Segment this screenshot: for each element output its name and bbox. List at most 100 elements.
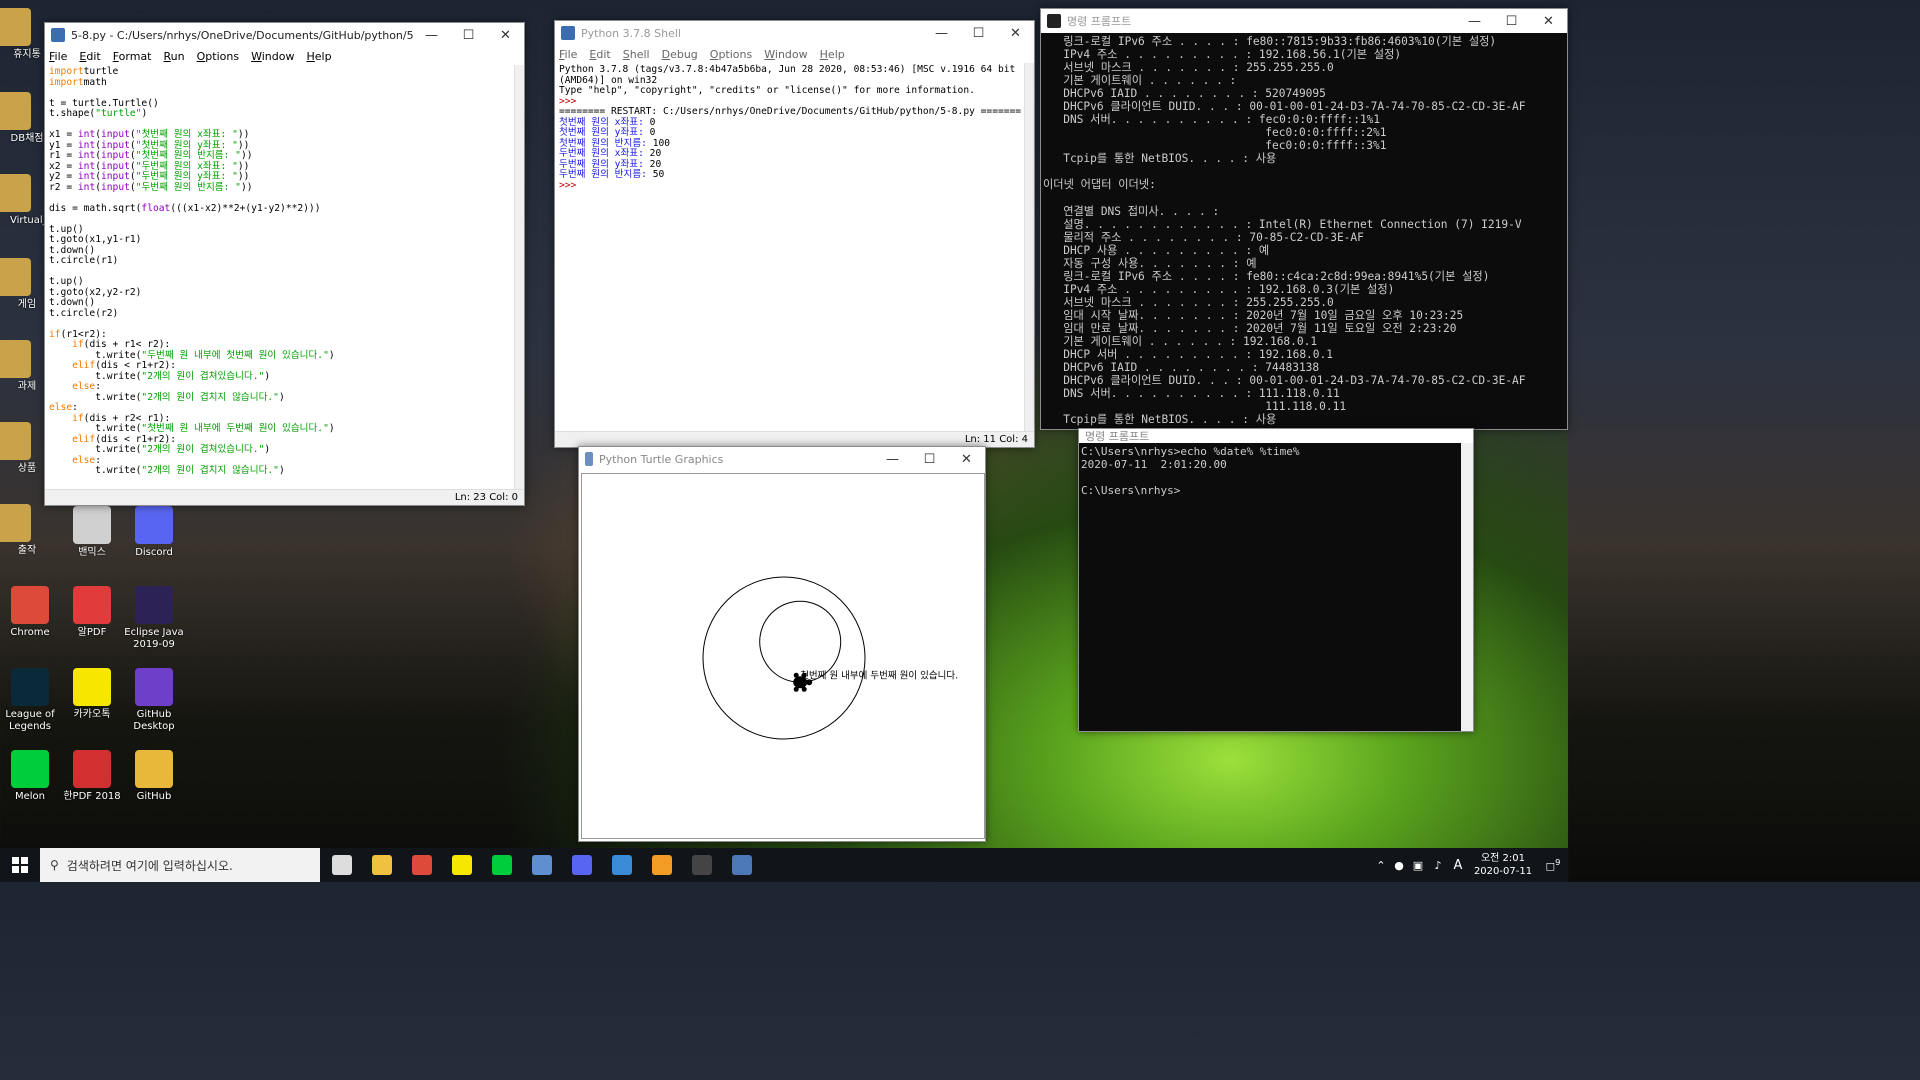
code-token: elif (72, 360, 96, 371)
editor-code-area[interactable]: importturtle importmath t = turtle.Turtle(… (45, 65, 524, 489)
console-line: 서브넷 마스크 . . . . . . . : 255.255.255.0 (1043, 295, 1334, 309)
turtle-titlebar[interactable]: Python Turtle Graphics — ☐ ✕ (579, 447, 985, 471)
taskbar-task-view[interactable] (322, 848, 362, 882)
taskbar-app-blue[interactable] (602, 848, 642, 882)
maximize-icon[interactable]: ☐ (911, 452, 948, 467)
console-line: 기본 게이트웨이 . . . . . . : (1043, 74, 1237, 88)
desktop-icon-left[interactable]: 휴지통 (0, 8, 44, 61)
app-icon (135, 586, 173, 624)
shell-output[interactable]: Python 3.7.8 (tags/v3.7.8:4b47a5b6ba, Ju… (555, 63, 1034, 431)
close-icon[interactable]: ✕ (1530, 14, 1567, 29)
menu-edit[interactable]: Edit (589, 48, 610, 61)
cmd2-scrollbar[interactable] (1461, 443, 1473, 731)
menu-file[interactable]: File (49, 50, 67, 63)
cmd2-output[interactable]: C:\Users\nrhys>echo %date% %time% 2020-07… (1079, 443, 1473, 499)
shell-scrollbar[interactable] (1024, 63, 1034, 431)
taskbar-terminal[interactable] (682, 848, 722, 882)
minimize-icon[interactable]: — (413, 28, 450, 43)
desktop-icon-left[interactable]: 과제 (0, 340, 44, 393)
maximize-icon[interactable]: ☐ (450, 28, 487, 43)
desktop-icon-label: GitHub (136, 791, 172, 802)
desktop-icon[interactable]: GitHub Desktop (122, 668, 186, 733)
folder-icon (0, 504, 31, 542)
shell-titlebar[interactable]: Python 3.7.8 Shell — ☐ ✕ (555, 21, 1034, 45)
desktop-icon[interactable]: GitHub (122, 750, 186, 803)
desktop-icon[interactable]: Eclipse Java 2019-09 (122, 586, 186, 651)
menu-format[interactable]: Format (113, 50, 152, 63)
desktop-icon[interactable]: 밴믹스 (60, 506, 124, 559)
code-token: ) (278, 391, 285, 403)
menu-options[interactable]: Options (197, 50, 239, 63)
desktop-icon[interactable]: League of Legends (0, 668, 62, 733)
desktop-icon-left[interactable]: 게임 (0, 258, 44, 311)
cmd-icon (1047, 14, 1061, 28)
volume-icon[interactable]: ♪ (1428, 859, 1448, 872)
editor-titlebar[interactable]: 5-8.py - C:/Users/nrhys/OneDrive/Documen… (45, 23, 524, 47)
code-line: t.goto(x2,y2-r2) (49, 287, 520, 299)
code-token: t.circle(r1) (49, 255, 119, 266)
code-line: Type "help", "copyright", "credits" or "… (559, 85, 1030, 97)
code-token: t.down() (49, 297, 96, 308)
network-icon[interactable]: ▣ (1408, 859, 1428, 872)
desktop-icon[interactable]: Discord (122, 506, 186, 559)
turtle-canvas[interactable]: 첫번째 원 내부에 두번째 원이 있습니다. (581, 473, 985, 839)
menu-window[interactable]: Window (251, 50, 294, 63)
taskbar-sublime[interactable] (642, 848, 682, 882)
taskbar-kakaotalk[interactable] (442, 848, 482, 882)
desktop-icon[interactable]: 알PDF (60, 586, 124, 639)
minimize-icon[interactable]: — (923, 26, 960, 41)
desktop-icon[interactable]: 한PDF 2018 (60, 750, 124, 803)
desktop-icon-left[interactable]: 출작 (0, 504, 44, 557)
menu-file[interactable]: File (559, 48, 577, 61)
taskbar-python-idle[interactable] (722, 848, 762, 882)
search-box[interactable]: ⚲ 검색하려면 여기에 입력하십시오. (40, 848, 320, 882)
menu-shell[interactable]: Shell (623, 48, 650, 61)
notification-button[interactable]: □9 (1538, 857, 1568, 872)
taskbar-discord[interactable] (562, 848, 602, 882)
microphone-icon[interactable]: ● (1390, 859, 1408, 872)
editor-scrollbar[interactable] (514, 65, 524, 489)
maximize-icon[interactable]: ☐ (1493, 14, 1530, 29)
code-line: 두번째 원의 반지름: 50 (559, 169, 1030, 181)
clock[interactable]: 오전 2:01 2020-07-11 (1468, 852, 1538, 878)
taskbar-melon[interactable] (482, 848, 522, 882)
turtle-window: Python Turtle Graphics — ☐ ✕ 첫번째 원 내부에 두… (578, 446, 986, 842)
close-icon[interactable]: ✕ (487, 28, 524, 43)
maximize-icon[interactable]: ☐ (960, 26, 997, 41)
code-token: int (77, 139, 96, 151)
cmd-titlebar[interactable]: 명령 프롬프트 — ☐ ✕ (1041, 9, 1567, 33)
minimize-icon[interactable]: — (874, 452, 911, 467)
desktop-icon-label: 게임 (17, 299, 37, 310)
start-button[interactable] (0, 848, 40, 882)
menu-edit[interactable]: Edit (79, 50, 100, 63)
folder-icon (0, 92, 31, 130)
code-token: (((x1-x2)**2+(y1-y2)**2))) (170, 202, 321, 214)
desktop-icon-left[interactable]: 상품 (0, 422, 44, 475)
shell-status: Ln: 11 Col: 4 (555, 431, 1034, 447)
code-line: t.write("2개의 원이 겹치지 않습니다.") (49, 391, 520, 404)
cmd-output[interactable]: 링크-로컬 IPv6 주소 . . . . : fe80::7815:9b33:… (1041, 33, 1567, 429)
desktop-icon-label: DB채점 (10, 133, 44, 144)
menu-window[interactable]: Window (764, 48, 807, 61)
menu-run[interactable]: Run (164, 50, 185, 63)
desktop-icon[interactable]: 카카오톡 (60, 668, 124, 721)
ime-indicator[interactable]: A (1448, 858, 1468, 873)
close-icon[interactable]: ✕ (948, 452, 985, 467)
desktop-icon-left[interactable]: Virtual_M (0, 174, 56, 227)
code-token: math (83, 76, 107, 88)
menu-help[interactable]: Help (820, 48, 845, 61)
taskbar-virtualbox[interactable] (522, 848, 562, 882)
desktop-icon[interactable]: Chrome (0, 586, 62, 639)
desktop-icon[interactable]: Melon (0, 750, 62, 803)
desktop-icon-left[interactable]: DB채점 (0, 92, 44, 145)
cmd2-titlebar[interactable]: 명령 프롬프트 (1079, 429, 1473, 443)
close-icon[interactable]: ✕ (997, 26, 1034, 41)
tray-chevron-icon[interactable]: ⌃ (1372, 859, 1390, 872)
menu-help[interactable]: Help (306, 50, 331, 63)
taskbar-chrome[interactable] (402, 848, 442, 882)
menu-debug[interactable]: Debug (662, 48, 698, 61)
menu-options[interactable]: Options (710, 48, 752, 61)
taskbar-file-explorer[interactable] (362, 848, 402, 882)
minimize-icon[interactable]: — (1456, 14, 1493, 29)
